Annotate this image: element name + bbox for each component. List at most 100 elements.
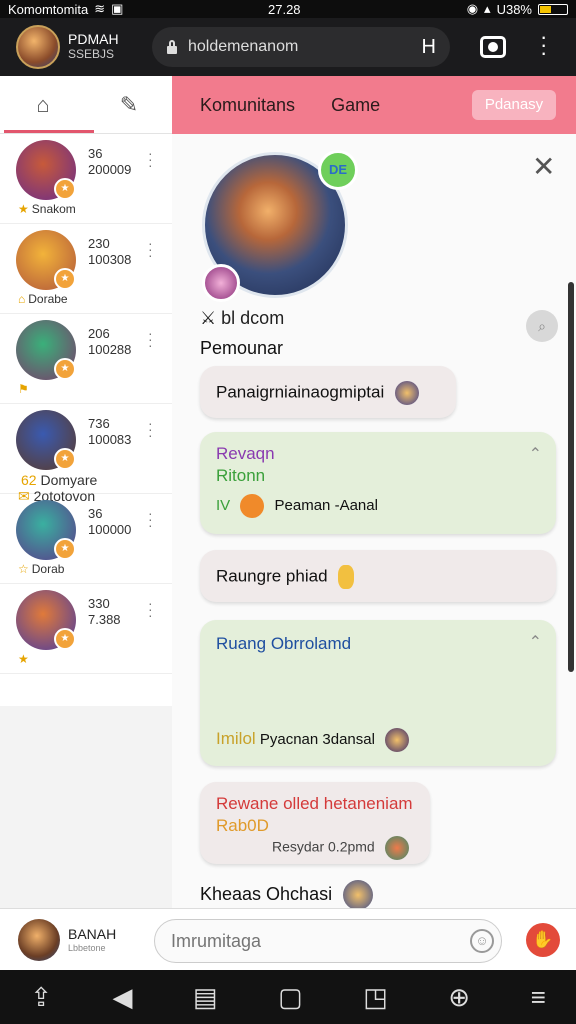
avatar-icon bbox=[385, 728, 410, 752]
contact-stats: 230 100308 bbox=[88, 236, 131, 268]
hero-name-text: bl dcom bbox=[221, 308, 285, 328]
contact-more-icon[interactable]: · · · bbox=[148, 596, 153, 622]
rank-badge-icon: ★ bbox=[54, 448, 76, 470]
emoji-icon[interactable]: ☺ bbox=[470, 929, 494, 953]
contact-stat-1: 736 bbox=[88, 416, 110, 431]
chevron-up-icon[interactable]: ⌃ bbox=[529, 632, 542, 652]
contact-item[interactable]: ★ 736 100083 · · · 62 Domyare ✉ 2ototovon bbox=[0, 404, 172, 504]
scrollbar[interactable] bbox=[568, 282, 574, 672]
flag-icon: ⚑ bbox=[18, 382, 29, 396]
card-footer-prefix: Imilol bbox=[216, 728, 256, 748]
last-message-text: Kheaas Ohchasi bbox=[200, 883, 333, 904]
contact-item[interactable]: ★ 36 100000 · · · ☆ Dorab bbox=[0, 494, 172, 584]
profile-subtitle: SSEBJS bbox=[68, 47, 115, 61]
contact-stat-1: 330 bbox=[88, 596, 110, 611]
smile-icon bbox=[240, 494, 265, 518]
contact-stat-2: 100308 bbox=[88, 252, 132, 267]
url-text[interactable]: holdemenanom bbox=[188, 38, 298, 56]
rank-badge-icon: ★ bbox=[54, 358, 76, 380]
home-tab[interactable]: ⌂ bbox=[0, 76, 94, 133]
contact-sub: Domyare bbox=[40, 472, 98, 488]
card-meta-text: Peaman -Aanal bbox=[274, 496, 378, 514]
message-card[interactable]: Revaqn Ritonn IV Peaman -Aanal ⌃ bbox=[200, 432, 556, 534]
contact-stat-2: 100288 bbox=[88, 342, 132, 357]
address-bar[interactable]: holdemenanom H bbox=[152, 27, 450, 67]
message-input[interactable] bbox=[154, 919, 502, 963]
contacts-sidebar: ⌂ ✎ ★ 36 200009 · · · ★ Snakom ★ 230 100308 · · · ⌂ Dor… bbox=[0, 76, 172, 706]
contact-more-icon[interactable]: · · · bbox=[148, 416, 153, 442]
carrier-label: Komomtomita bbox=[8, 1, 89, 17]
tabs-button[interactable] bbox=[480, 36, 506, 58]
alarm-icon: ◉ bbox=[466, 1, 479, 16]
chevron-up-icon[interactable]: ⌃ bbox=[529, 444, 542, 464]
edit-icon[interactable]: ◳ bbox=[363, 982, 388, 1013]
tab-game[interactable]: Game bbox=[331, 95, 380, 116]
bag-icon bbox=[338, 565, 355, 589]
tab-komunitans[interactable]: Komunitans bbox=[200, 95, 295, 116]
star-outline-icon: ☆ bbox=[18, 562, 29, 576]
message-bubble[interactable]: Panaigrniainaogmiptai bbox=[200, 366, 456, 418]
more-menu-icon[interactable]: · · · bbox=[540, 26, 547, 64]
contact-more-icon[interactable]: · · · bbox=[148, 146, 153, 172]
contact-item[interactable]: ★ 206 100288 · · · ⚑ bbox=[0, 314, 172, 404]
search-icon[interactable]: ⌕ bbox=[526, 310, 558, 342]
message-text-content: Raungre phiad bbox=[216, 566, 328, 586]
contact-more-icon[interactable]: · · · bbox=[148, 236, 153, 262]
inbox-icon[interactable]: ▤ bbox=[193, 982, 218, 1013]
mic-icon[interactable]: ✋ bbox=[526, 923, 560, 957]
home-icon[interactable]: ▢ bbox=[278, 982, 303, 1013]
message-text: Raungre phiad bbox=[216, 565, 355, 589]
message-bubble[interactable]: Raungre phiad bbox=[200, 550, 556, 602]
contact-stat-1: 36 bbox=[88, 146, 103, 161]
star-icon: ★ bbox=[18, 202, 29, 216]
card-title: Ruang Obrrolamd bbox=[216, 634, 352, 653]
contact-label: ☆ Dorab bbox=[18, 562, 64, 576]
message-card[interactable]: Rewane olled hetaneniam Rab0D Resydar 0.… bbox=[200, 782, 430, 864]
contact-stat-1: 36 bbox=[88, 506, 103, 521]
card-subtitle: Ritonn bbox=[216, 466, 266, 485]
back-icon[interactable]: ◀ bbox=[113, 982, 133, 1013]
header-action-button[interactable]: Pdanasy bbox=[472, 90, 556, 120]
composer: BANAH Lbbetone ☺ ✋ bbox=[0, 908, 576, 970]
contact-sub: Snakom bbox=[31, 202, 76, 216]
browser-top-bar: PDMAH SSEBJS holdemenanom H · · · bbox=[0, 18, 576, 76]
status-bar: Komomtomita ≋ ▣ 27.28 ◉ ▴ U38% bbox=[0, 0, 576, 18]
contact-list: ★ 36 200009 · · · ★ Snakom ★ 230 100308 · · · ⌂ Dorabe ★… bbox=[0, 134, 172, 674]
contact-more-icon[interactable]: · · · bbox=[148, 326, 153, 352]
battery-label: U38% bbox=[496, 1, 532, 17]
card-title: Rewane olled hetaneniam bbox=[216, 794, 413, 813]
contact-stat-2: 100000 bbox=[88, 522, 132, 537]
edit-icon: ✎ bbox=[119, 91, 139, 117]
contact-item[interactable]: ★ 330 7.388 · · · ★ bbox=[0, 584, 172, 674]
rank-badge-icon: ★ bbox=[54, 538, 76, 560]
avatar-icon bbox=[343, 880, 374, 908]
card-subtitle: Rab0D bbox=[216, 816, 269, 835]
wifi-icon: ≋ bbox=[94, 1, 106, 16]
url-action-button[interactable]: H bbox=[422, 36, 436, 59]
last-message: Kheaas Ohchasi bbox=[200, 880, 374, 908]
swords-icon: ⚔ bbox=[200, 308, 217, 328]
message-text-content: Panaigrniainaogmiptai bbox=[216, 382, 385, 402]
sidebar-tabs: ⌂ ✎ bbox=[0, 76, 172, 134]
contact-item[interactable]: ★ 230 100308 · · · ⌂ Dorabe bbox=[0, 224, 172, 314]
mini-avatar[interactable] bbox=[202, 264, 240, 302]
contact-stats: 330 7.388 bbox=[88, 596, 121, 628]
contact-more-icon[interactable]: · · · bbox=[148, 506, 153, 532]
navigation-bar: ⇪ ◀ ▤ ▢ ◳ ⊕ ≡ bbox=[0, 970, 576, 1024]
user-avatar[interactable] bbox=[18, 919, 60, 961]
contact-stat-2: 100083 bbox=[88, 432, 132, 447]
close-icon[interactable]: ✕ bbox=[532, 150, 555, 183]
upload-icon[interactable]: ⇪ bbox=[30, 982, 52, 1013]
message-card[interactable]: Ruang Obrrolamd Imilol Pyacnan 3dansal ⌃ bbox=[200, 620, 556, 766]
profile-name: PDMAH bbox=[68, 31, 119, 47]
card-meta-prefix: IV bbox=[216, 496, 231, 514]
profile-avatar[interactable] bbox=[16, 25, 60, 69]
menu-icon[interactable]: ≡ bbox=[531, 982, 546, 1013]
edit-tab[interactable]: ✎ bbox=[86, 76, 172, 133]
contact-label: ⚑ bbox=[18, 382, 32, 396]
profile-title: PDMAH SSEBJS bbox=[68, 32, 119, 62]
card-footer-text: Resydar 0.2pmd bbox=[272, 838, 375, 855]
search-icon[interactable]: ⊕ bbox=[448, 982, 470, 1013]
home-icon: ⌂ bbox=[18, 292, 26, 306]
contact-item[interactable]: ★ 36 200009 · · · ★ Snakom bbox=[0, 134, 172, 224]
